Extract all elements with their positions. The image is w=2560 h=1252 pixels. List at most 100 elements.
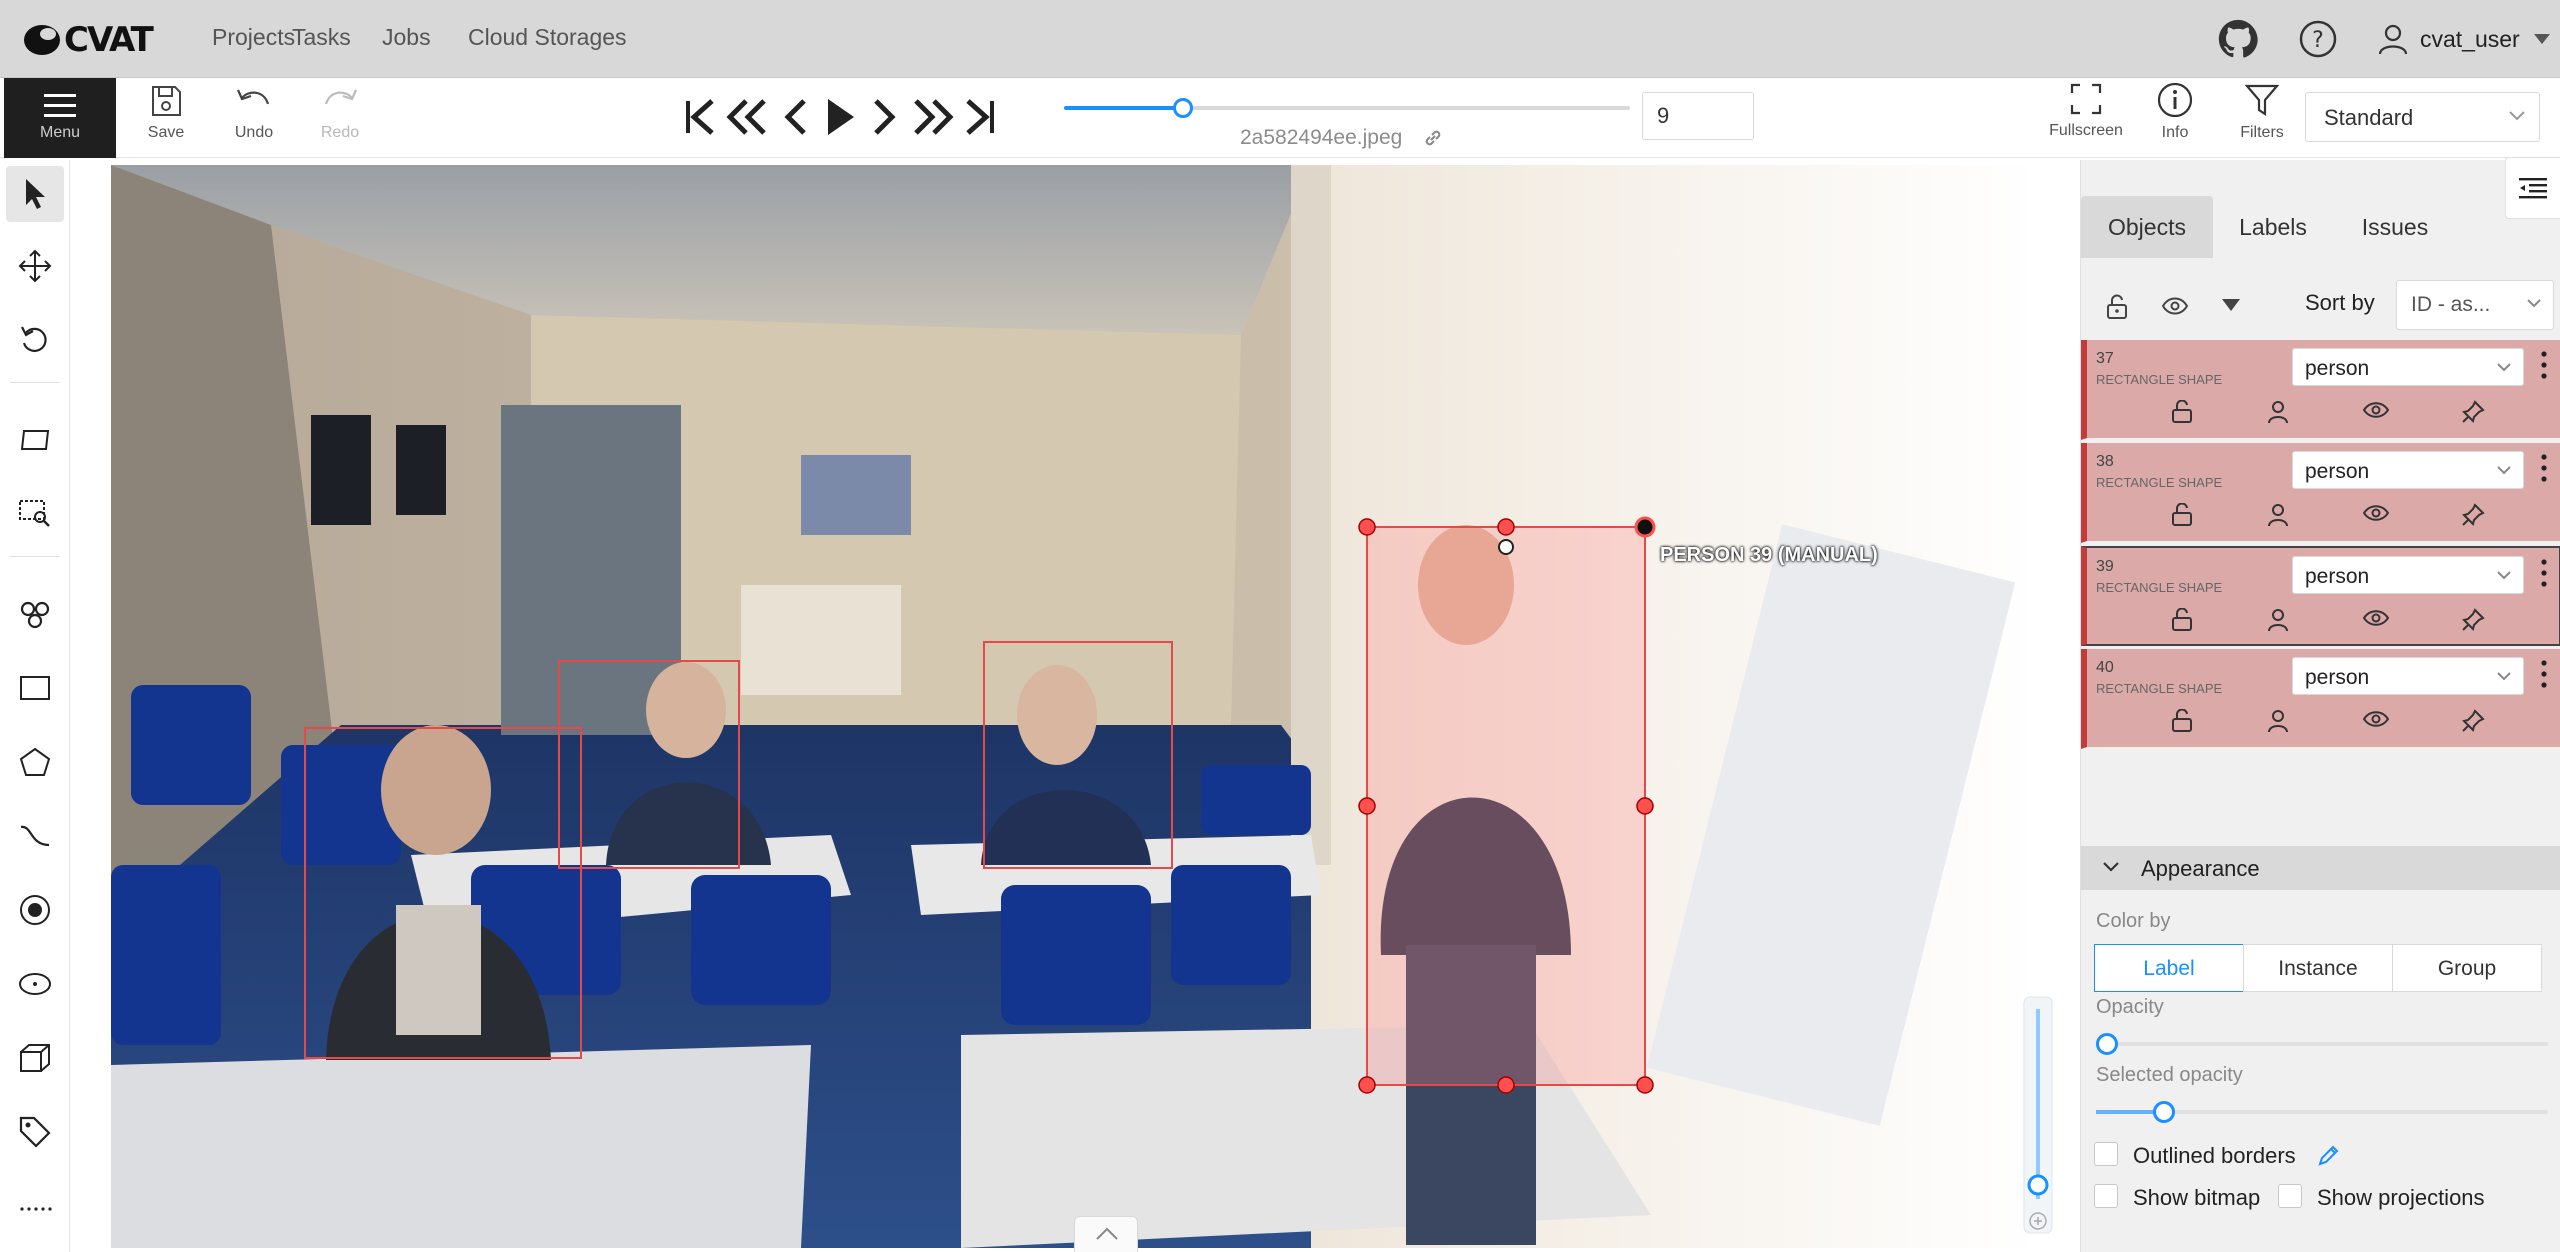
color-picker-icon[interactable] [2316,1142,2342,1168]
menu-fold-icon [2519,178,2547,199]
show-projections-checkbox[interactable] [2278,1184,2302,1208]
pin-icon[interactable] [2461,608,2485,632]
unlock-icon[interactable] [2171,400,2193,424]
first-frame-icon[interactable] [680,95,720,139]
user-icon[interactable] [2267,503,2289,527]
object-label-select[interactable]: person [2292,348,2524,386]
tab-objects[interactable]: Objects [2081,196,2213,258]
rotation-handle-anchor[interactable] [1498,539,1514,555]
help-button[interactable]: ? [2298,14,2338,64]
object-label-select[interactable]: person [2292,657,2524,695]
color-by-instance-option[interactable]: Instance [2243,944,2393,992]
eye-icon[interactable] [2363,400,2389,420]
unlock-icon[interactable] [2171,608,2193,632]
color-by-label-option[interactable]: Label [2094,944,2244,992]
more-vertical-icon[interactable] [2539,558,2549,588]
user-icon[interactable] [2267,709,2289,733]
rotate-tool[interactable] [6,312,64,368]
link-icon[interactable] [1422,127,1444,149]
eye-icon[interactable] [2363,503,2389,523]
tab-labels[interactable]: Labels [2213,196,2333,258]
frame-number-input[interactable]: 9 [1642,92,1754,140]
draw-ellipse-tool[interactable] [6,956,64,1012]
annotation-canvas[interactable] [111,165,2037,1248]
unlock-all-icon[interactable] [2105,294,2129,320]
draw-polygon-tool[interactable] [6,734,64,790]
save-button[interactable]: Save [126,84,206,154]
object-item-40[interactable]: 40 RECTANGLE SHAPE person [2081,649,2560,749]
controls-sidebar [0,160,70,1252]
draw-cuboid-tool[interactable] [6,1030,64,1086]
opacity-slider[interactable] [2096,1033,2548,1055]
more-vertical-icon[interactable] [2539,659,2549,689]
unlock-icon[interactable] [2171,503,2193,527]
sort-by-select[interactable]: ID - as... [2396,280,2554,330]
nav-cloud-storages[interactable]: Cloud Storages [468,24,627,51]
frame-slider-handle[interactable] [1172,98,1193,118]
unlock-icon[interactable] [2171,709,2193,733]
draw-points-tool[interactable] [6,882,64,938]
show-bitmap-checkbox[interactable] [2094,1184,2118,1208]
cursor-tool[interactable] [6,166,64,222]
show-all-icon[interactable] [2161,296,2189,316]
fit-image-tool[interactable] [6,412,64,468]
eye-icon[interactable] [2363,608,2389,628]
last-frame-icon[interactable] [960,95,1000,139]
more-vertical-icon[interactable] [2539,350,2549,380]
more-vertical-icon[interactable] [2539,453,2549,483]
bounding-box-39[interactable] [1366,526,1646,1086]
play-icon[interactable] [818,95,862,139]
nav-jobs[interactable]: Jobs [382,24,431,51]
github-button[interactable] [2218,14,2258,64]
pin-icon[interactable] [2461,400,2485,424]
frame-slider[interactable] [1064,98,1630,118]
opacity-slider-handle[interactable] [2096,1033,2118,1055]
appearance-header[interactable]: Appearance [2081,846,2560,890]
outlined-borders-checkbox[interactable] [2094,1142,2118,1166]
object-label-select[interactable]: person [2292,451,2524,489]
object-item-37[interactable]: 37 RECTANGLE SHAPE person [2081,340,2560,440]
pin-icon[interactable] [2461,503,2485,527]
object-item-38[interactable]: 38 RECTANGLE SHAPE person [2081,443,2560,543]
sort-by-value: ID - as... [2411,293,2491,316]
canvas-zoom-slider[interactable] [2022,995,2054,1235]
cvat-logo[interactable]: CVAT [22,20,154,60]
color-by-group-option[interactable]: Group [2392,944,2542,992]
object-label-select[interactable]: person [2292,556,2524,594]
nav-projects[interactable]: Projects [212,24,295,51]
fullscreen-button[interactable]: Fullscreen [2041,82,2131,152]
move-tool[interactable] [6,238,64,294]
draw-polyline-tool[interactable] [6,808,64,864]
selected-opacity-slider[interactable] [2096,1101,2548,1123]
fast-forward-icon[interactable] [906,95,958,139]
eye-icon[interactable] [2363,709,2389,729]
info-button[interactable]: Info [2130,82,2220,152]
object-type: RECTANGLE SHAPE [2096,372,2223,387]
user-menu[interactable]: cvat_user [2376,14,2550,64]
object-item-39[interactable]: 39 RECTANGLE SHAPE person [2081,546,2560,646]
user-icon[interactable] [2267,608,2289,632]
ai-tools[interactable] [6,586,64,642]
selected-opacity-slider-handle[interactable] [2152,1101,2175,1123]
fast-backward-icon[interactable] [722,95,774,139]
bottom-panel-toggle[interactable] [1074,1216,1138,1252]
undo-button[interactable]: Undo [214,84,294,154]
rotation-handle[interactable] [1634,516,1656,538]
filters-button[interactable]: Filters [2217,82,2307,152]
pin-icon[interactable] [2461,709,2485,733]
draw-rectangle-tool[interactable] [6,660,64,716]
collapse-all-icon[interactable] [2221,298,2241,312]
workspace-select[interactable]: Standard [2305,92,2540,142]
tab-issues[interactable]: Issues [2335,196,2455,258]
scene-shelf [741,585,901,695]
more-tools[interactable] [6,1180,64,1236]
sidebar-collapse-button[interactable] [2505,157,2560,219]
redo-button[interactable]: Redo [300,84,380,154]
zoom-region-tool[interactable] [6,486,64,542]
user-icon[interactable] [2267,400,2289,424]
menu-button[interactable]: Menu [4,78,116,158]
previous-frame-icon[interactable] [776,95,816,139]
nav-tasks[interactable]: Tasks [292,24,351,51]
next-frame-icon[interactable] [864,95,904,139]
setup-tag-tool[interactable] [6,1104,64,1160]
